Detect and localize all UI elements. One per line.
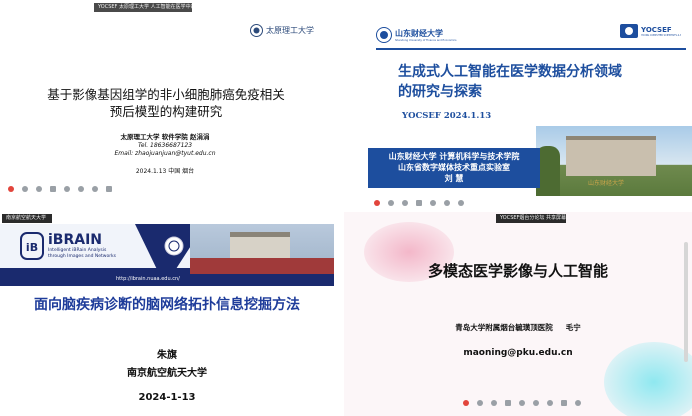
shared-screen-4: YOCSEF烟台分论坛 共享屏幕 多模态医学影像与人工智能 青岛大学附属烟台毓璜… xyxy=(344,212,692,416)
author-tel: Tel. 18636687123 xyxy=(137,142,193,149)
record-icon[interactable] xyxy=(463,400,469,406)
banner-name: 刘 慧 xyxy=(444,174,464,183)
camera-icon[interactable] xyxy=(36,186,42,192)
meeting-toolbar-1 xyxy=(0,182,328,196)
ibrain-url: http://ibrain.nuaa.edu.cn/ xyxy=(116,276,180,282)
brain-icon: iB xyxy=(20,232,44,260)
settings-icon[interactable] xyxy=(547,400,553,406)
more-icon[interactable] xyxy=(561,400,567,406)
chat-icon[interactable] xyxy=(64,186,70,192)
ibrain-brand: iB iBRAIN Intelligent iBRain Analysis th… xyxy=(20,232,116,260)
share-icon[interactable] xyxy=(416,200,422,206)
yocsef-logo: YOCSEF YOUNG COMPUTER SCIENTISTS & ENGIN… xyxy=(620,20,690,42)
sdufe-logo-sub: Shandong University of Finance and Econo… xyxy=(395,39,457,42)
ccf-emblem-icon xyxy=(620,24,638,38)
slide-title: 基于影像基因组学的非小细胞肺癌免疫相关 预后模型的构建研究 xyxy=(20,86,312,120)
slide-date: 2024-1-13 xyxy=(138,392,196,403)
tyut-logo: 太原理工大学 xyxy=(250,22,322,38)
more-icon[interactable] xyxy=(106,186,112,192)
leave-icon[interactable] xyxy=(575,400,581,406)
author-email: maoning@pku.edu.cn xyxy=(463,348,573,358)
sdufe-emblem-icon xyxy=(376,27,392,43)
ibrain-brand-sub-2: through Images and Networks xyxy=(48,254,117,259)
campus-building-text: 山东财经大学 xyxy=(588,180,625,187)
camera-icon[interactable] xyxy=(491,400,497,406)
yocsef-logo-sub: YOUNG COMPUTER SCIENTISTS & ENGINEERS FO… xyxy=(641,33,681,37)
meeting-share-bar: YOCSEF 太原理工大学 人工智能在医学中的应用 xyxy=(94,3,192,12)
slide-title-line-2: 的研究与探索 xyxy=(398,84,482,100)
camera-icon[interactable] xyxy=(402,200,408,206)
sdufe-logo-text: 山东财经大学 xyxy=(395,28,443,38)
sdufe-logo: 山东财经大学 Shandong University of Finance an… xyxy=(376,24,466,46)
slide-title: 面向脑疾病诊断的脑网络拓扑信息挖掘方法 xyxy=(34,297,300,313)
meeting-share-bar: 南京航空航天大学 xyxy=(2,214,52,223)
slide-title-line-2: 预后模型的构建研究 xyxy=(109,104,223,119)
slide-title-line-1: 生成式人工智能在医学数据分析领域 xyxy=(398,64,622,80)
campus-building xyxy=(566,136,656,176)
slide-date-place: 2024.1.13 中国 烟台 xyxy=(135,168,195,175)
participants-icon[interactable] xyxy=(78,186,84,192)
settings-icon[interactable] xyxy=(92,186,98,192)
event-label: YOCSEF 2024.1.13 xyxy=(402,111,492,121)
settings-icon[interactable] xyxy=(458,200,464,206)
participants-icon[interactable] xyxy=(444,200,450,206)
author-block: 太原理工大学 软件学院 赵涓涓 Tel. 18636687123 Email: … xyxy=(90,133,240,158)
participants-icon[interactable] xyxy=(533,400,539,406)
shared-screen-2: 山东财经大学 Shandong University of Finance an… xyxy=(368,14,692,196)
campus-photo: 山东财经大学 xyxy=(536,126,692,196)
blue-divider xyxy=(376,48,686,50)
chat-icon[interactable] xyxy=(519,400,525,406)
mic-icon[interactable] xyxy=(477,400,483,406)
chat-icon[interactable] xyxy=(430,200,436,206)
nuaa-flowers xyxy=(190,258,334,274)
yocsef-logo-text: YOCSEF xyxy=(641,25,672,34)
shared-screen-1: YOCSEF 太原理工大学 人工智能在医学中的应用 太原理工大学 基于影像基因组… xyxy=(0,0,328,196)
presenter-name: 朱旗 xyxy=(157,350,177,361)
slide-title: 多模态医学影像与人工智能 xyxy=(427,262,608,280)
share-icon[interactable] xyxy=(505,400,511,406)
tyut-logo-text: 太原理工大学 xyxy=(266,25,314,35)
shared-screen-3: 南京航空航天大学 iB iBRAIN Intelligent iBRain An… xyxy=(0,212,334,416)
meeting-toolbar-4 xyxy=(344,396,692,410)
author-email: Email: zhaojuanjuan@tyut.edu.cn xyxy=(114,150,216,157)
svg-text:iB: iB xyxy=(26,241,38,254)
tyut-emblem-icon xyxy=(250,23,263,37)
meeting-share-bar: YOCSEF烟台分论坛 共享屏幕 xyxy=(496,214,566,223)
presenter-affiliation: 南京航空航天大学 xyxy=(127,368,207,379)
banner-dept-2: 山东省数字媒体技术重点实验室 xyxy=(398,163,510,172)
record-icon[interactable] xyxy=(374,200,380,206)
nuaa-emblem-icon xyxy=(164,236,184,256)
author-banner: 山东财经大学 计算机科学与技术学院 山东省数字媒体技术重点实验室 刘 慧 xyxy=(368,148,540,188)
author-affiliation: 太原理工大学 软件学院 赵涓涓 xyxy=(120,133,210,141)
slide-title-line-1: 基于影像基因组学的非小细胞肺癌免疫相关 xyxy=(47,87,285,102)
slide-title: 生成式人工智能在医学数据分析领域 的研究与探索 xyxy=(398,62,668,102)
record-icon[interactable] xyxy=(8,186,14,192)
meeting-toolbar-2 xyxy=(366,196,692,210)
share-icon[interactable] xyxy=(50,186,56,192)
author-affiliation: 青岛大学附属烟台毓璜顶医院 毛宁 xyxy=(455,323,581,332)
banner-dept-1: 山东财经大学 计算机科学与技术学院 xyxy=(388,152,520,161)
nuaa-photo xyxy=(190,224,334,274)
ibrain-brand-name: iBRAIN xyxy=(48,232,103,248)
side-scrollbar[interactable] xyxy=(684,242,688,362)
mic-icon[interactable] xyxy=(388,200,394,206)
mic-icon[interactable] xyxy=(22,186,28,192)
